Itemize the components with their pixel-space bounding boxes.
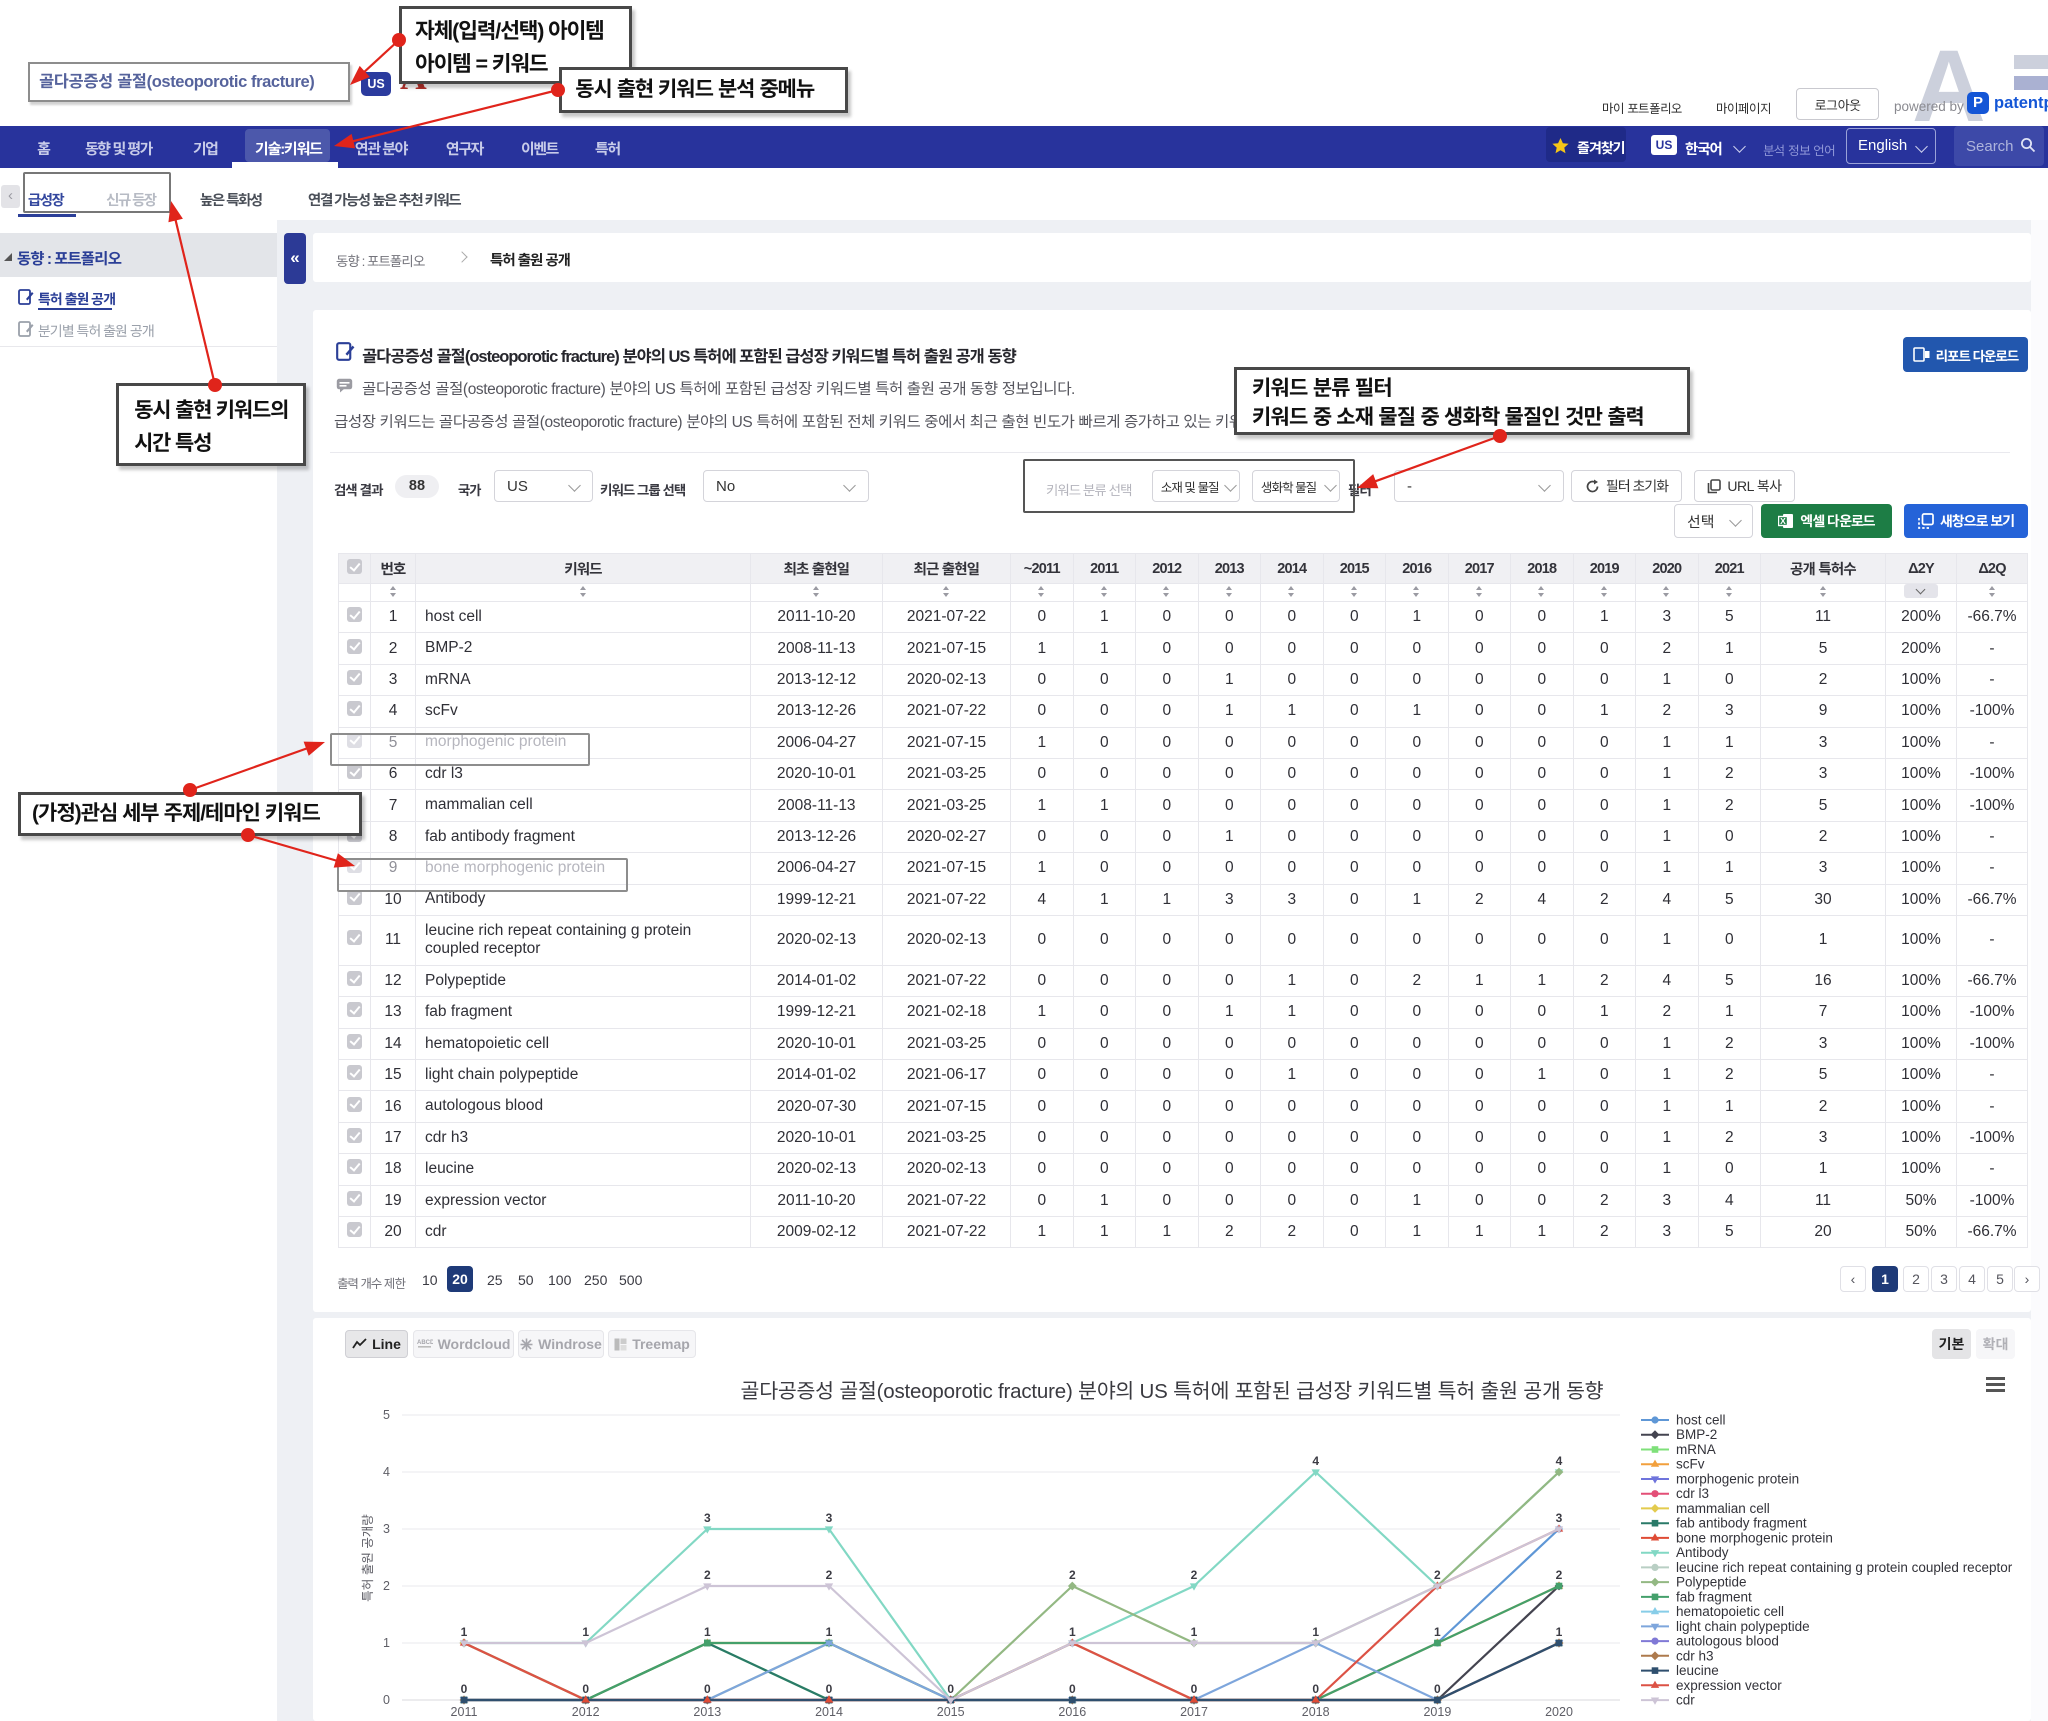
svg-text:2014: 2014 <box>815 1705 843 1719</box>
svg-text:2: 2 <box>1069 1568 1076 1582</box>
svg-text:2011: 2011 <box>451 1705 478 1719</box>
svg-text:leucine: leucine <box>1676 1663 1719 1678</box>
svg-text:2: 2 <box>1556 1568 1563 1582</box>
svg-text:3: 3 <box>826 1511 833 1525</box>
svg-text:3: 3 <box>704 1511 711 1525</box>
svg-text:Polypeptide: Polypeptide <box>1676 1575 1747 1590</box>
svg-text:2016: 2016 <box>1058 1705 1086 1719</box>
svg-text:1: 1 <box>383 1636 390 1650</box>
svg-text:2012: 2012 <box>572 1705 600 1719</box>
svg-text:0: 0 <box>1312 1682 1319 1696</box>
svg-text:5: 5 <box>383 1408 390 1422</box>
svg-text:1: 1 <box>1434 1625 1441 1639</box>
svg-text:cdr h3: cdr h3 <box>1676 1648 1714 1663</box>
svg-text:2018: 2018 <box>1302 1705 1330 1719</box>
svg-text:light chain polypeptide: light chain polypeptide <box>1676 1619 1810 1634</box>
svg-text:bone morphogenic protein: bone morphogenic protein <box>1676 1530 1833 1545</box>
svg-text:0: 0 <box>1434 1682 1441 1696</box>
svg-text:0: 0 <box>826 1682 833 1696</box>
svg-text:4: 4 <box>383 1465 390 1479</box>
svg-text:hematopoietic cell: hematopoietic cell <box>1676 1604 1784 1619</box>
svg-text:cdr l3: cdr l3 <box>1676 1486 1709 1501</box>
svg-text:1: 1 <box>582 1625 589 1639</box>
svg-text:fab fragment: fab fragment <box>1676 1589 1752 1604</box>
svg-text:1: 1 <box>461 1625 468 1639</box>
svg-text:4: 4 <box>1556 1454 1563 1468</box>
svg-text:2: 2 <box>1434 1568 1441 1582</box>
svg-text:특허 출원 공개량: 특허 출원 공개량 <box>361 1514 375 1602</box>
svg-text:1: 1 <box>1069 1625 1076 1639</box>
svg-text:4: 4 <box>1312 1454 1319 1468</box>
svg-text:3: 3 <box>383 1522 390 1536</box>
svg-text:2: 2 <box>383 1579 390 1593</box>
svg-text:2019: 2019 <box>1423 1705 1451 1719</box>
svg-text:2015: 2015 <box>937 1705 965 1719</box>
svg-text:BMP-2: BMP-2 <box>1676 1427 1717 1442</box>
svg-text:0: 0 <box>947 1682 954 1696</box>
svg-text:2: 2 <box>704 1568 711 1582</box>
svg-text:leucine rich repeat containing: leucine rich repeat containing g protein… <box>1676 1560 2013 1575</box>
svg-text:1: 1 <box>704 1625 711 1639</box>
svg-text:fab antibody fragment: fab antibody fragment <box>1676 1516 1807 1531</box>
svg-text:2017: 2017 <box>1180 1705 1208 1719</box>
svg-text:Antibody: Antibody <box>1676 1545 1729 1560</box>
svg-text:1: 1 <box>1191 1625 1198 1639</box>
svg-text:host cell: host cell <box>1676 1413 1726 1428</box>
svg-text:mRNA: mRNA <box>1676 1442 1716 1457</box>
svg-text:0: 0 <box>1191 1682 1198 1696</box>
svg-text:1: 1 <box>1556 1625 1563 1639</box>
svg-text:0: 0 <box>383 1693 390 1707</box>
svg-text:2: 2 <box>1191 1568 1198 1582</box>
svg-text:2020: 2020 <box>1545 1705 1573 1719</box>
svg-text:scFv: scFv <box>1676 1457 1705 1472</box>
svg-text:2013: 2013 <box>693 1705 721 1719</box>
svg-text:mammalian cell: mammalian cell <box>1676 1501 1770 1516</box>
svg-text:0: 0 <box>582 1682 589 1696</box>
svg-text:1: 1 <box>826 1625 833 1639</box>
svg-text:cdr: cdr <box>1676 1693 1695 1708</box>
svg-text:0: 0 <box>461 1682 468 1696</box>
svg-text:autologous blood: autologous blood <box>1676 1634 1779 1649</box>
svg-text:1: 1 <box>1312 1625 1319 1639</box>
svg-text:3: 3 <box>1556 1511 1563 1525</box>
svg-text:expression vector: expression vector <box>1676 1678 1782 1693</box>
svg-text:0: 0 <box>704 1682 711 1696</box>
svg-text:morphogenic protein: morphogenic protein <box>1676 1472 1799 1487</box>
svg-text:0: 0 <box>1069 1682 1076 1696</box>
svg-text:2: 2 <box>826 1568 833 1582</box>
